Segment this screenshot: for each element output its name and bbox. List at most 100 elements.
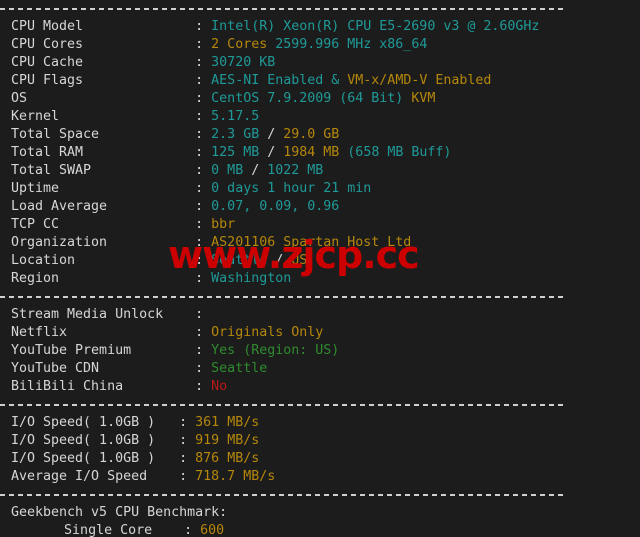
row-cpu-model: CPU Model : Intel(R) Xeon(R) CPU E5-2690… bbox=[0, 18, 640, 36]
pad-netflix bbox=[67, 325, 195, 340]
row-cpu-cores: CPU Cores : 2 Cores 2599.996 MHz x86_64 bbox=[0, 36, 640, 54]
colon-total-ram: : bbox=[195, 145, 204, 160]
colon-cpu-cache: : bbox=[195, 55, 204, 70]
value-flags-vmx: VM-x/AMD-V Enabled bbox=[347, 73, 492, 88]
value-space-total: 29.0 GB bbox=[283, 127, 340, 142]
row-io-speed-2: I/O Speed( 1.0GB ) : 919 MB/s bbox=[0, 432, 640, 450]
label-io-speed-1: I/O Speed( 1.0GB ) bbox=[11, 415, 156, 430]
value-space-used: 2.3 GB bbox=[211, 127, 260, 142]
colon-cpu-cores: : bbox=[195, 37, 204, 52]
colon-total-space: : bbox=[195, 127, 204, 142]
value-cpu-cores-rest: 2599.996 MHz x86_64 bbox=[267, 37, 428, 52]
row-total-space: Total Space : 2.3 GB / 29.0 GB bbox=[0, 126, 640, 144]
colon-netflix: : bbox=[195, 325, 204, 340]
colon-location: : bbox=[195, 253, 204, 268]
colon-uptime: : bbox=[195, 181, 204, 196]
colon-stream-heading: : bbox=[195, 307, 204, 322]
separator-line-geekbench bbox=[0, 486, 640, 504]
row-tcp-cc: TCP CC : bbr bbox=[0, 216, 640, 234]
space-single-core bbox=[192, 523, 200, 537]
space-region bbox=[203, 271, 211, 286]
label-bilibili-china: BiliBili China bbox=[11, 379, 124, 394]
colon-organization: : bbox=[195, 235, 204, 250]
pad-total-ram bbox=[83, 145, 195, 160]
colon-region: : bbox=[195, 271, 204, 286]
value-swap-sep: / bbox=[243, 163, 268, 178]
value-uptime: 0 days 1 hour 21 min bbox=[211, 181, 372, 196]
colon-io-speed-3: : bbox=[179, 451, 188, 466]
pad-os bbox=[27, 91, 195, 106]
value-bilibili-china: No bbox=[211, 379, 228, 394]
value-swap-total: 1022 MB bbox=[267, 163, 324, 178]
pad-total-space bbox=[99, 127, 195, 142]
row-youtube-cdn: YouTube CDN : Seattle bbox=[0, 360, 640, 378]
value-kernel: 5.17.5 bbox=[211, 109, 260, 124]
label-io-speed-3: I/O Speed( 1.0GB ) bbox=[11, 451, 156, 466]
space-cpu-flags bbox=[203, 73, 211, 88]
label-cpu-model: CPU Model bbox=[11, 19, 84, 34]
space-tcp-cc bbox=[203, 217, 211, 232]
space-netflix bbox=[203, 325, 211, 340]
value-cpu-cores-count: 2 Cores bbox=[211, 37, 268, 52]
colon-average-io-speed: : bbox=[179, 469, 188, 484]
terminal-window: CPU Model : Intel(R) Xeon(R) CPU E5-2690… bbox=[0, 0, 640, 537]
pad-cpu-cache bbox=[83, 55, 195, 70]
row-geekbench-heading: Geekbench v5 CPU Benchmark: bbox=[0, 504, 640, 522]
space-organization bbox=[203, 235, 211, 250]
label-region: Region bbox=[11, 271, 60, 286]
row-total-swap: Total SWAP : 0 MB / 1022 MB bbox=[0, 162, 640, 180]
colon-youtube-cdn: : bbox=[195, 361, 204, 376]
space-location bbox=[203, 253, 211, 268]
value-load-average: 0.07, 0.09, 0.96 bbox=[211, 199, 340, 214]
pad-cpu-cores bbox=[83, 37, 195, 52]
label-netflix: Netflix bbox=[11, 325, 68, 340]
space-average-io-speed bbox=[187, 469, 195, 484]
row-cpu-flags: CPU Flags : AES-NI Enabled & VM-x/AMD-V … bbox=[0, 72, 640, 90]
row-io-speed-1: I/O Speed( 1.0GB ) : 361 MB/s bbox=[0, 414, 640, 432]
value-os-virt: KVM bbox=[403, 91, 436, 106]
value-organization: AS201106 Spartan Host Ltd bbox=[211, 235, 412, 250]
colon-kernel: : bbox=[195, 109, 204, 124]
value-cpu-cache: 30720 KB bbox=[211, 55, 276, 70]
value-os-name: CentOS 7.9.2009 (64 Bit) bbox=[211, 91, 404, 106]
label-kernel: Kernel bbox=[11, 109, 60, 124]
value-io-speed-3: 876 MB/s bbox=[195, 451, 260, 466]
terminal-output: CPU Model : Intel(R) Xeon(R) CPU E5-2690… bbox=[0, 0, 640, 537]
row-location: Location : Seattle / US bbox=[0, 252, 640, 270]
value-geekbench-single-core: 600 bbox=[200, 523, 225, 537]
value-average-io-speed: 718.7 MB/s bbox=[195, 469, 276, 484]
space-io-speed-2 bbox=[187, 433, 195, 448]
row-geekbench-single-core: Single Core : 600 bbox=[0, 522, 640, 537]
label-total-swap: Total SWAP bbox=[11, 163, 92, 178]
value-ram-buff: (658 MB Buff) bbox=[339, 145, 452, 160]
value-region: Washington bbox=[211, 271, 292, 286]
pad-io-speed-3 bbox=[155, 451, 179, 466]
pad-youtube-cdn bbox=[99, 361, 195, 376]
label-stream-media-unlock: Stream Media Unlock bbox=[11, 307, 164, 322]
space-youtube-cdn bbox=[203, 361, 211, 376]
space-total-ram bbox=[203, 145, 211, 160]
pad-io-speed-1 bbox=[155, 415, 179, 430]
space-uptime bbox=[203, 181, 211, 196]
label-cpu-cache: CPU Cache bbox=[11, 55, 84, 70]
row-cpu-cache: CPU Cache : 30720 KB bbox=[0, 54, 640, 72]
colon-load-average: : bbox=[195, 199, 204, 214]
space-kernel bbox=[203, 109, 211, 124]
label-tcp-cc: TCP CC bbox=[11, 217, 60, 232]
separator-line-stream bbox=[0, 288, 640, 306]
pad-tcp-cc bbox=[59, 217, 195, 232]
pad-cpu-flags bbox=[83, 73, 195, 88]
colon-youtube-premium: : bbox=[195, 343, 204, 358]
colon-single-core: : bbox=[184, 523, 193, 537]
label-os: OS bbox=[11, 91, 28, 106]
pad-io-speed-2 bbox=[155, 433, 179, 448]
pad-stream-heading bbox=[163, 307, 195, 322]
label-cpu-flags: CPU Flags bbox=[11, 73, 84, 88]
row-netflix: Netflix : Originals Only bbox=[0, 324, 640, 342]
row-uptime: Uptime : 0 days 1 hour 21 min bbox=[0, 180, 640, 198]
label-geekbench-heading: Geekbench v5 CPU Benchmark: bbox=[11, 505, 228, 520]
row-load-average: Load Average : 0.07, 0.09, 0.96 bbox=[0, 198, 640, 216]
label-youtube-cdn: YouTube CDN bbox=[11, 361, 100, 376]
label-location: Location bbox=[11, 253, 76, 268]
row-kernel: Kernel : 5.17.5 bbox=[0, 108, 640, 126]
